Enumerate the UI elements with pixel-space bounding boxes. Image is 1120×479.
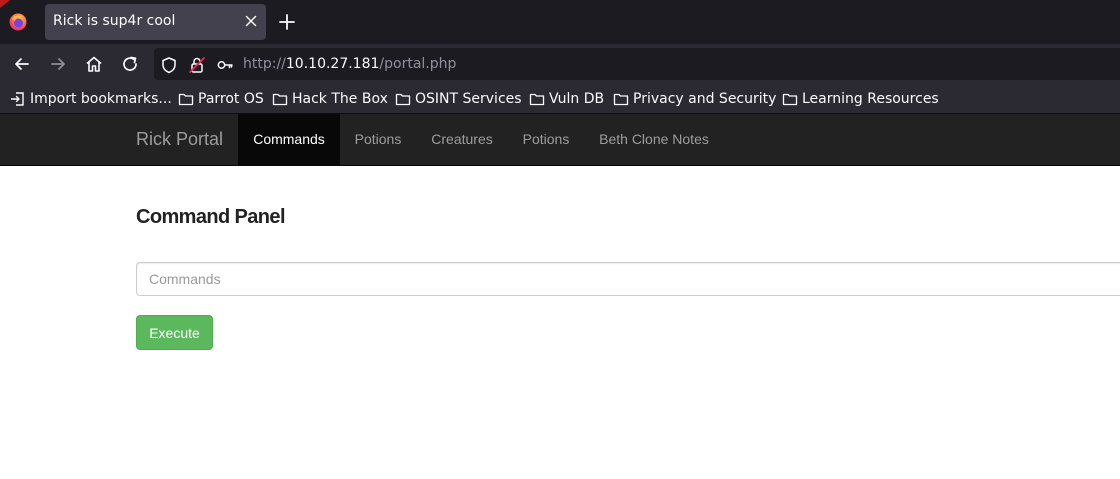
folder-icon bbox=[272, 93, 288, 106]
forward-arrow-icon[interactable] bbox=[48, 54, 68, 74]
browser-tab-bar: Rick is sup4r cool bbox=[0, 0, 1120, 44]
bookmark-label: Vuln DB bbox=[549, 91, 605, 107]
window-corner-accent bbox=[0, 0, 10, 8]
tab-title: Rick is sup4r cool bbox=[53, 13, 176, 29]
folder-icon bbox=[529, 93, 545, 106]
shield-icon[interactable] bbox=[160, 56, 178, 74]
bookmark-import[interactable]: Import bookmarks... bbox=[10, 90, 172, 108]
bookmark-folder-vuln-db[interactable]: Vuln DB bbox=[529, 90, 604, 108]
url-host: 10.10.27.181 bbox=[285, 56, 380, 72]
bookmark-folder-hack-the-box[interactable]: Hack The Box bbox=[272, 90, 388, 108]
bookmark-folder-privacy-and-security[interactable]: Privacy and Security bbox=[613, 90, 776, 108]
close-icon[interactable] bbox=[242, 12, 260, 30]
site-brand-link[interactable]: Rick Portal bbox=[136, 129, 223, 150]
bookmark-label: Learning Resources bbox=[802, 91, 939, 107]
nav-item-potions-2[interactable]: Potions bbox=[508, 114, 584, 165]
nav-item-commands[interactable]: Commands bbox=[238, 114, 340, 165]
address-bar[interactable]: http://10.10.27.181/portal.php bbox=[154, 48, 1120, 80]
bookmark-label: OSINT Services bbox=[415, 91, 522, 107]
bookmarks-toolbar: Import bookmarks... Parrot OS Hack The B… bbox=[0, 84, 1120, 114]
folder-icon bbox=[178, 93, 194, 106]
bookmark-label: Hack The Box bbox=[292, 91, 388, 107]
bookmark-label: Import bookmarks... bbox=[30, 91, 172, 107]
bookmark-folder-osint-services[interactable]: OSINT Services bbox=[395, 90, 522, 108]
nav-item-creatures[interactable]: Creatures bbox=[416, 114, 508, 165]
browser-tab[interactable]: Rick is sup4r cool bbox=[45, 4, 266, 40]
home-icon[interactable] bbox=[84, 54, 104, 74]
url-path: /portal.php bbox=[379, 56, 457, 72]
url-text[interactable]: http://10.10.27.181/portal.php bbox=[243, 56, 456, 72]
folder-icon bbox=[782, 93, 798, 106]
bookmark-folder-parrot-os[interactable]: Parrot OS bbox=[178, 90, 264, 108]
import-icon bbox=[10, 92, 24, 106]
key-icon[interactable] bbox=[216, 56, 234, 74]
plus-icon[interactable] bbox=[277, 12, 297, 32]
folder-icon bbox=[395, 93, 411, 106]
site-navbar: Rick Portal Commands Potions Creatures P… bbox=[0, 114, 1120, 166]
page-title: Command Panel bbox=[136, 206, 286, 228]
execute-button[interactable]: Execute bbox=[136, 315, 213, 350]
bookmark-folder-learning-resources[interactable]: Learning Resources bbox=[782, 90, 939, 108]
nav-item-beth-clone-notes[interactable]: Beth Clone Notes bbox=[584, 114, 724, 165]
nav-item-potions[interactable]: Potions bbox=[340, 114, 416, 165]
browser-toolbar: http://10.10.27.181/portal.php bbox=[0, 44, 1120, 84]
reload-icon[interactable] bbox=[120, 54, 140, 74]
bookmark-label: Parrot OS bbox=[198, 91, 264, 107]
commands-input[interactable] bbox=[136, 262, 1120, 296]
firefox-icon[interactable] bbox=[8, 12, 28, 32]
bookmark-label: Privacy and Security bbox=[633, 91, 777, 107]
insecure-lock-icon[interactable] bbox=[188, 56, 206, 74]
back-arrow-icon[interactable] bbox=[12, 54, 32, 74]
folder-icon bbox=[613, 93, 629, 106]
url-scheme: http:// bbox=[243, 56, 286, 72]
